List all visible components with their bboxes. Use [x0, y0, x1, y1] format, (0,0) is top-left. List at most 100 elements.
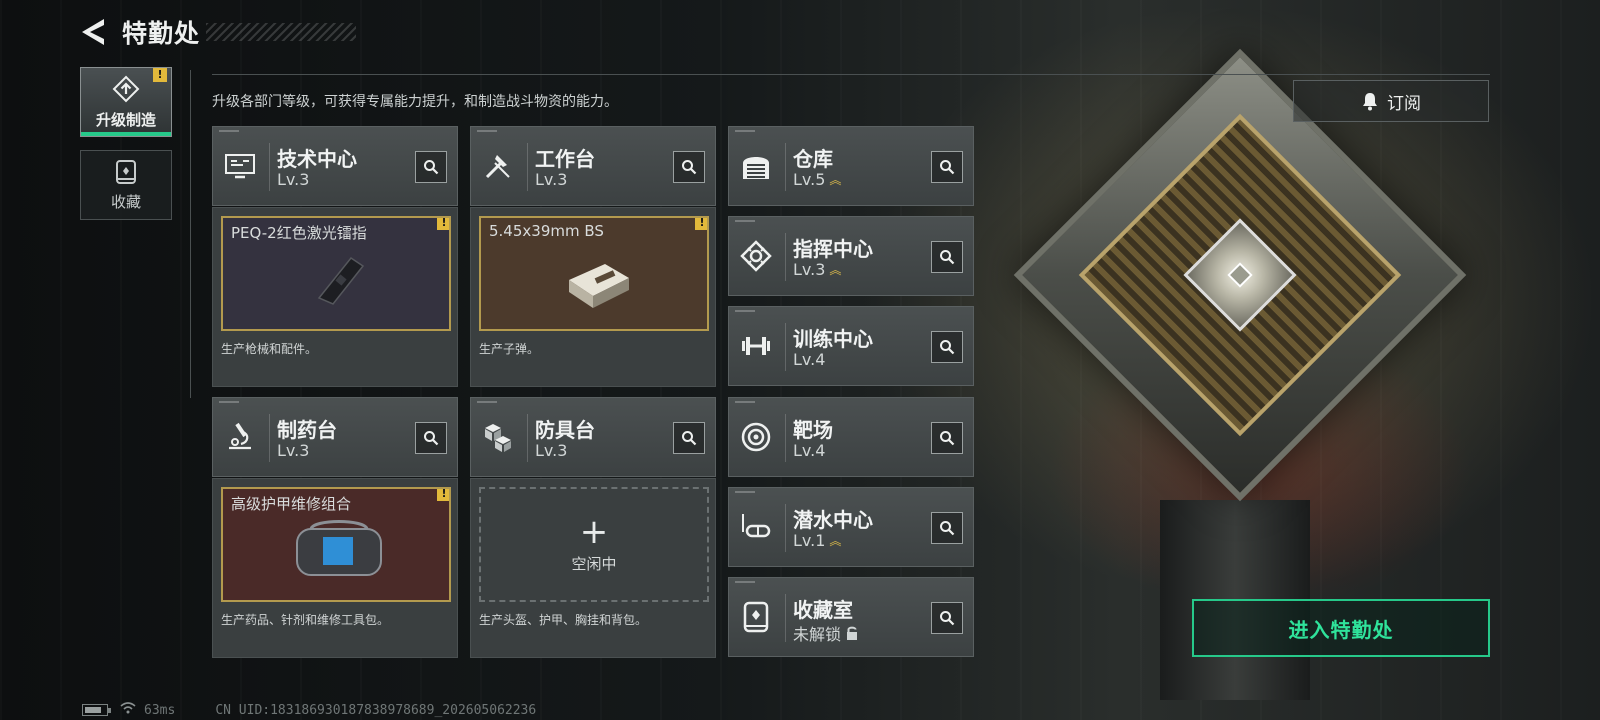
facility-level: Lv.4: [793, 441, 826, 460]
diving-mask-icon: [742, 514, 771, 538]
facility-card-diving-center[interactable]: 潜水中心 Lv.1 ︽: [728, 487, 974, 567]
nav-label: 收藏: [110, 192, 141, 211]
facility-name: 仓库: [793, 147, 833, 171]
inspect-button[interactable]: [931, 241, 963, 273]
inspect-button[interactable]: [673, 422, 705, 454]
facility-card-shooting-range[interactable]: 靶场 Lv.4: [728, 397, 974, 477]
enter-special-ops-button[interactable]: 进入特勤处: [1192, 599, 1490, 657]
armor-blocks-icon: [485, 424, 511, 452]
inspect-button[interactable]: [931, 151, 963, 183]
production-description: 生产药品、针剂和维修工具包。: [221, 613, 390, 627]
facility-card-tech-center[interactable]: 技术中心 Lv.3: [212, 126, 458, 206]
warning-badge: !: [695, 218, 707, 230]
facility-name: 靶场: [793, 418, 833, 442]
add-icon: +: [579, 512, 609, 552]
facility-name: 防具台: [535, 418, 595, 442]
upgrade-available-icon: ︽: [829, 533, 842, 548]
facility-card-training-center[interactable]: 训练中心 Lv.4: [728, 306, 974, 386]
inspect-button[interactable]: [415, 151, 447, 183]
facility-card-workbench[interactable]: 工作台 Lv.3: [470, 126, 716, 206]
back-arrow-icon[interactable]: [80, 17, 106, 47]
idle-production-slot[interactable]: + 空闲中: [479, 487, 709, 602]
laser-device-image: [317, 256, 365, 305]
facility-card-warehouse[interactable]: 仓库 Lv.5 ︽: [728, 126, 974, 206]
search-icon: [940, 521, 955, 536]
facility-level: Lv.3: [535, 441, 568, 460]
nav-item-collection[interactable]: 收藏: [80, 150, 172, 220]
facility-name: 制药台: [277, 418, 337, 442]
page-header: 特勤处: [80, 14, 357, 50]
wifi-icon: [120, 702, 136, 718]
facility-card-pharmacy[interactable]: 制药台 Lv.3: [212, 397, 458, 477]
search-icon: [424, 160, 439, 175]
facility-card-collection-room[interactable]: 收藏室 未解锁: [728, 577, 974, 657]
title-decoration: [206, 23, 357, 41]
repair-kit-bag-image: [296, 520, 382, 576]
facility-level: 未解锁: [793, 621, 859, 645]
search-icon: [682, 431, 697, 446]
production-panel-tech-center: PEQ-2红色激光镭指 ! 生产枪械和配件。: [212, 207, 458, 387]
facility-name: 训练中心: [793, 327, 873, 351]
search-icon: [940, 611, 955, 626]
facility-level: Lv.3: [277, 441, 310, 460]
warning-badge: !: [153, 68, 167, 82]
facility-name: 指挥中心: [793, 237, 873, 261]
warning-badge: !: [437, 489, 449, 501]
facility-level: Lv.3: [277, 170, 310, 189]
page-title: 特勤处: [122, 19, 201, 48]
product-name: PEQ-2红色激光镭指: [231, 224, 367, 242]
search-icon: [940, 250, 955, 265]
subscribe-label: 订阅: [1387, 93, 1421, 114]
inspect-button[interactable]: [931, 602, 963, 634]
monitor-icon: [225, 154, 255, 179]
facility-card-command-center[interactable]: 指挥中心 Lv.3 ︽: [728, 216, 974, 296]
warning-badge: !: [437, 218, 449, 230]
status-bar: 63ms CN UID:1831869301878389786​89_20260…: [82, 702, 536, 718]
facility-level: Lv.4: [793, 350, 826, 369]
production-panel-pharmacy: 高级护甲维修组合 ! 生产药品、针剂和维修工具包。: [212, 478, 458, 658]
product-name: 高级护甲维修组合: [231, 495, 352, 513]
divider: [212, 74, 1490, 75]
nav-label: 升级制造: [95, 110, 156, 129]
upgrade-icon: [112, 75, 140, 102]
facility-card-armor-bench[interactable]: 防具台 Lv.3: [470, 397, 716, 477]
inspect-button[interactable]: [415, 422, 447, 454]
microscope-icon: [229, 422, 251, 450]
nav-item-upgrade-craft[interactable]: 升级制造 !: [80, 67, 172, 137]
production-description: 生产枪械和配件。: [221, 342, 318, 356]
production-panel-workbench: 5.45x39mm BS ! 生产子弹。: [470, 207, 716, 387]
dumbbell-icon: [742, 337, 770, 355]
product-name: 5.45x39mm BS: [489, 222, 604, 240]
search-icon: [940, 431, 955, 446]
facility-name: 收藏室: [793, 598, 853, 622]
upgrade-available-icon: ︽: [829, 172, 842, 187]
facility-level: Lv.1 ︽: [793, 531, 842, 550]
inspect-button[interactable]: [931, 331, 963, 363]
facility-name: 潜水中心: [793, 508, 873, 532]
page-description: 升级各部门等级，可获得专属能力提升，和制造战斗物资的能力。: [212, 94, 618, 110]
search-icon: [940, 340, 955, 355]
search-icon: [682, 160, 697, 175]
ping-readout: 63ms: [144, 702, 176, 718]
inspect-button[interactable]: [931, 512, 963, 544]
battery-icon: [82, 704, 111, 716]
collection-cabinet-icon: [743, 601, 769, 633]
search-icon: [940, 160, 955, 175]
enter-button-label: 进入特勤处: [1288, 617, 1394, 642]
production-slot[interactable]: PEQ-2红色激光镭指 !: [221, 216, 451, 331]
target-icon: [741, 422, 771, 452]
facility-name: 技术中心: [277, 147, 357, 171]
bell-icon: [1363, 93, 1377, 111]
production-description: 生产子弹。: [479, 342, 540, 356]
production-slot[interactable]: 高级护甲维修组合 !: [221, 487, 451, 602]
production-slot[interactable]: 5.45x39mm BS !: [479, 216, 709, 331]
facility-level: Lv.3 ︽: [793, 260, 842, 279]
ammo-box-image: [569, 264, 629, 308]
inspect-button[interactable]: [673, 151, 705, 183]
production-description: 生产头盔、护甲、胸挂和背包。: [479, 613, 648, 627]
facility-level: Lv.5 ︽: [793, 170, 842, 189]
subscribe-button[interactable]: 订阅: [1293, 80, 1489, 122]
collection-cabinet-icon: [116, 159, 136, 184]
production-panel-armor-bench: + 空闲中 生产头盔、护甲、胸挂和背包。: [470, 478, 716, 658]
inspect-button[interactable]: [931, 422, 963, 454]
